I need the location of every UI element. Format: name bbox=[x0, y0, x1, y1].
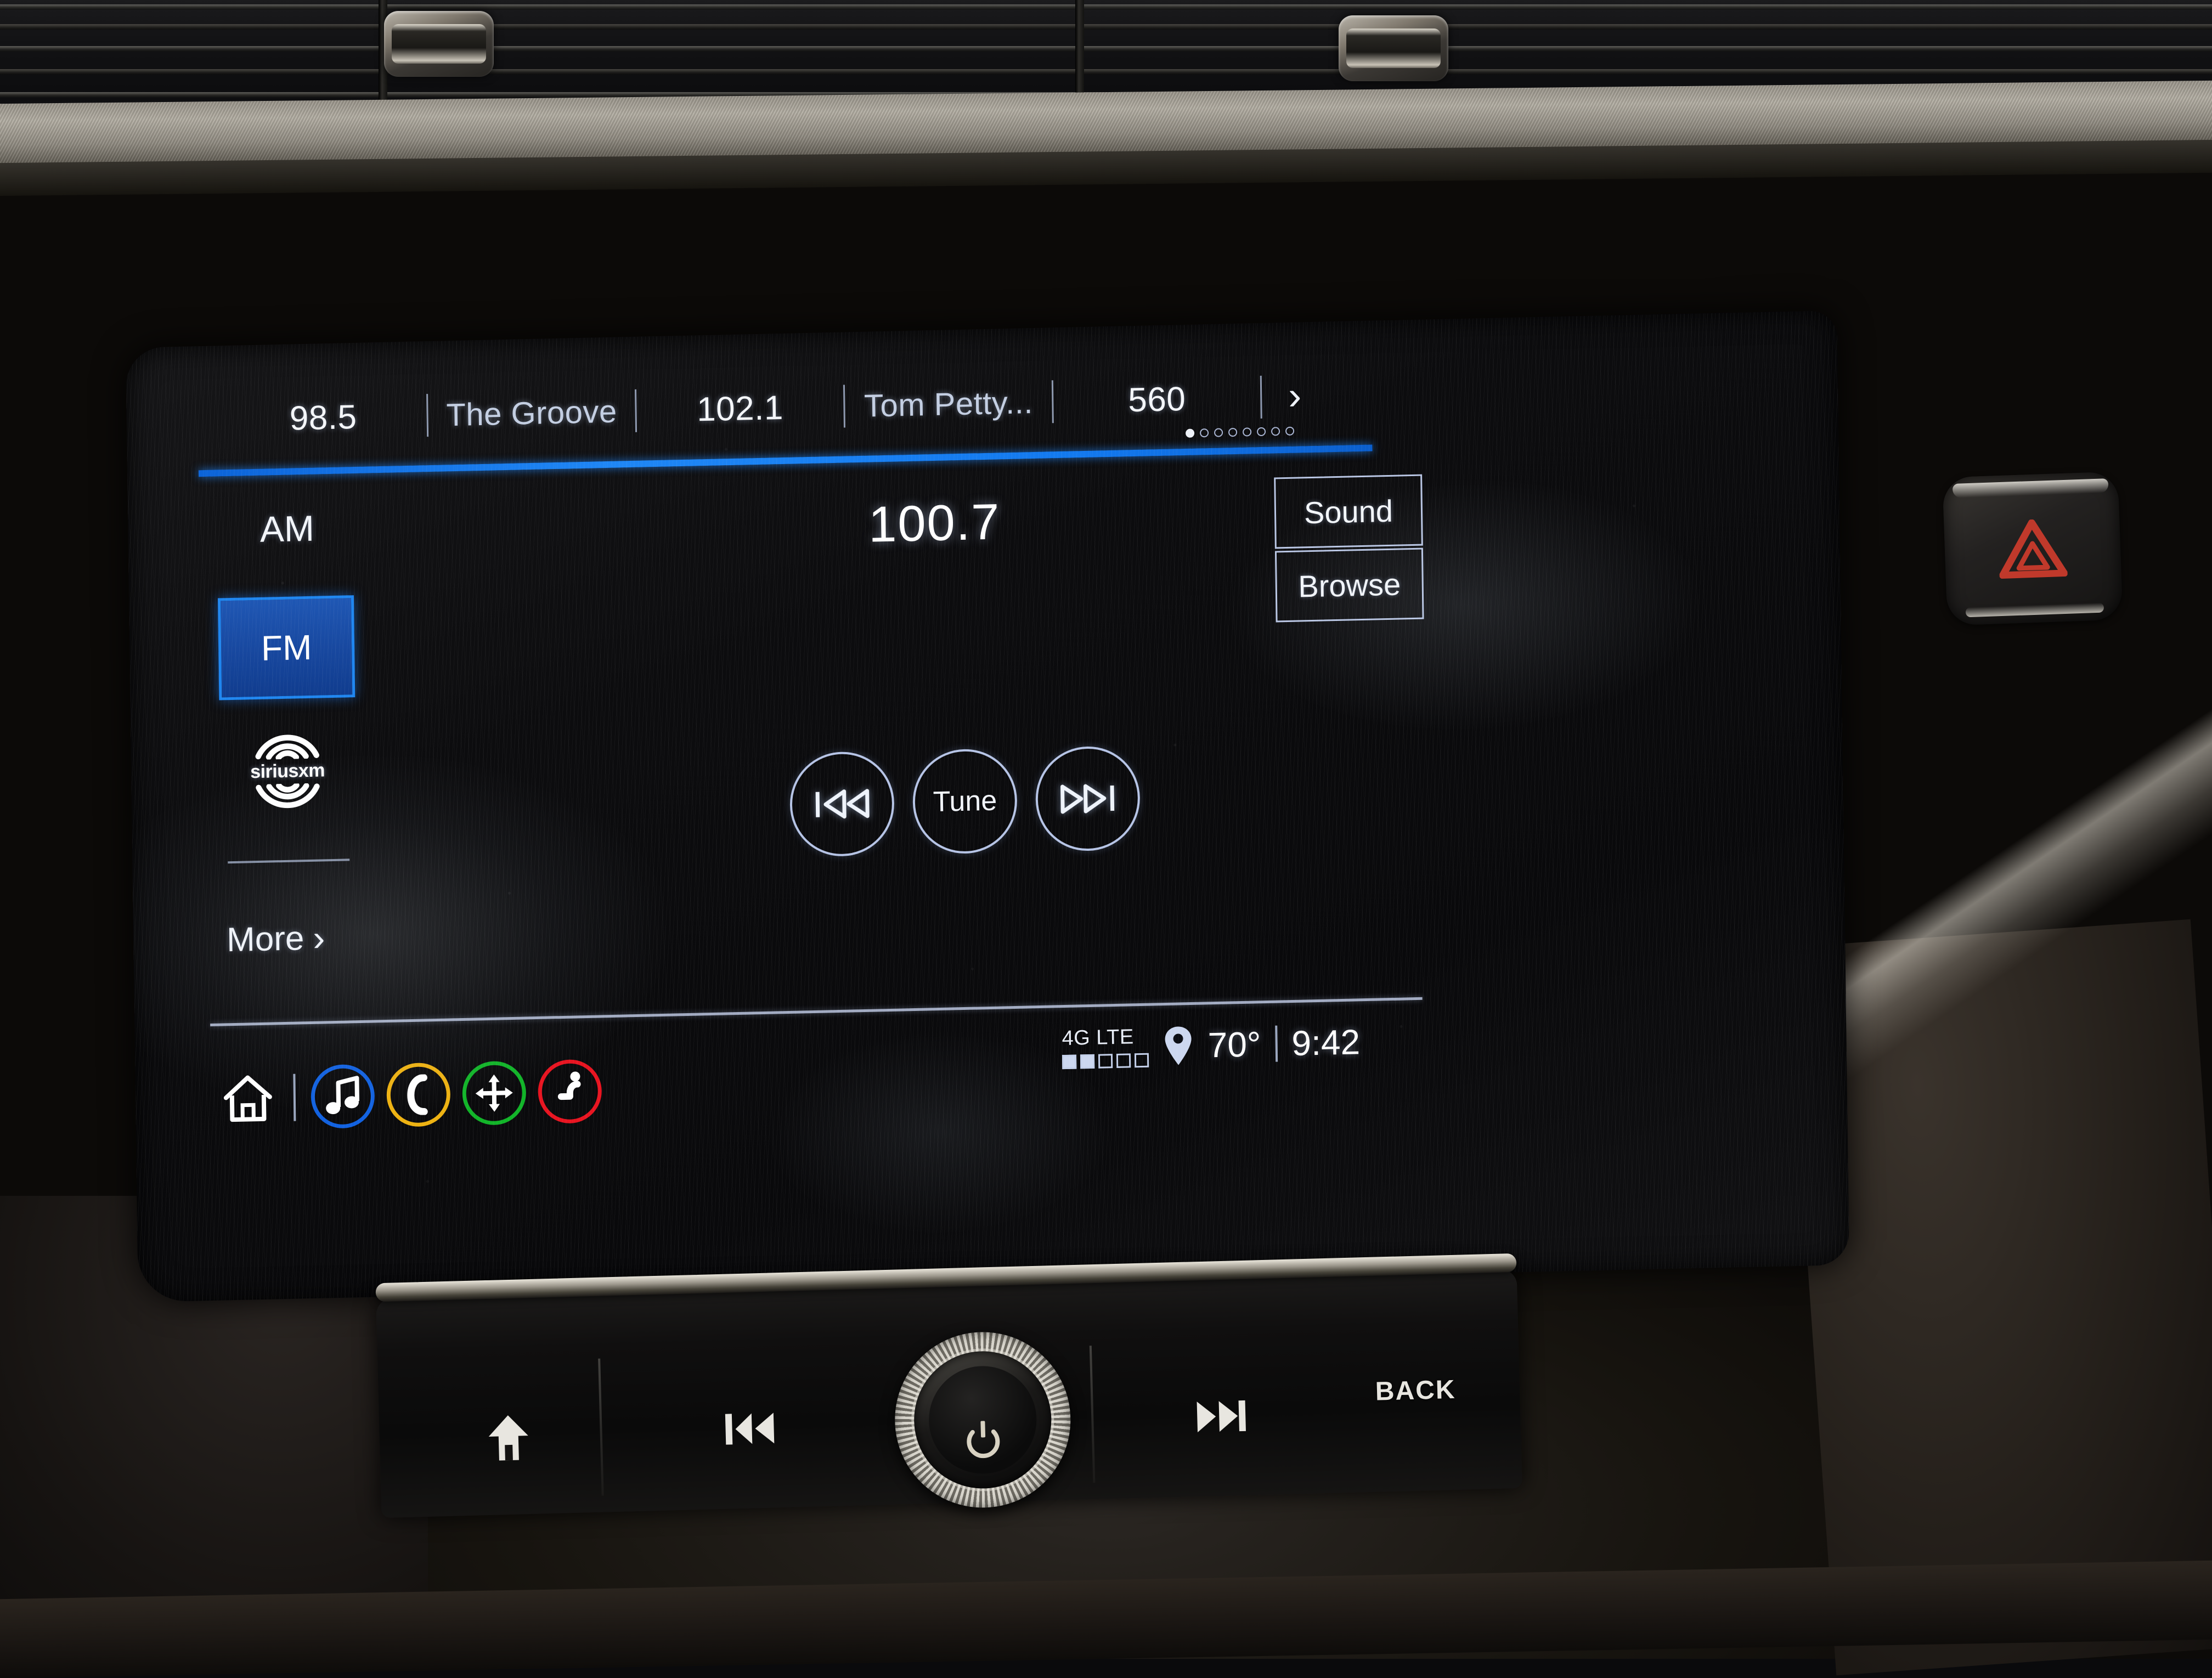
current-frequency: 100.7 bbox=[693, 489, 1176, 557]
browse-button[interactable]: Browse bbox=[1275, 548, 1424, 623]
page-dot bbox=[1200, 428, 1209, 437]
nav-navigation-button[interactable] bbox=[462, 1060, 526, 1126]
tune-button[interactable]: Tune bbox=[912, 748, 1018, 855]
nav-comfort-button[interactable] bbox=[538, 1059, 602, 1124]
browse-label: Browse bbox=[1298, 566, 1401, 604]
location-pin-icon bbox=[1163, 1024, 1194, 1066]
vent-slat bbox=[0, 46, 2212, 52]
status-divider bbox=[210, 997, 1423, 1026]
skip-next-icon bbox=[1194, 1394, 1248, 1439]
panel-divider bbox=[1090, 1346, 1096, 1483]
knob-inner-ring bbox=[912, 1349, 1053, 1490]
transport-controls: Tune bbox=[789, 745, 1141, 857]
vent-slat bbox=[0, 24, 2212, 30]
panel-home-button[interactable] bbox=[445, 1411, 572, 1465]
dashboard-background: 98.5 The Groove 102.1 Tom Petty... 560 › bbox=[0, 0, 2212, 1659]
signal-bar bbox=[1080, 1054, 1094, 1069]
navigation-arrows-icon bbox=[474, 1073, 514, 1114]
siriusxm-wordmark: siriusxm bbox=[250, 760, 325, 783]
hazard-triangle-icon bbox=[1997, 518, 2068, 579]
sound-label: Sound bbox=[1304, 493, 1393, 530]
band-button-am[interactable]: AM bbox=[221, 506, 353, 551]
nav-divider bbox=[293, 1074, 296, 1121]
preset-item-2[interactable]: The Groove bbox=[428, 392, 635, 433]
nav-phone-button[interactable] bbox=[386, 1062, 450, 1127]
accent-underline bbox=[199, 445, 1373, 477]
preset-bar: 98.5 The Groove 102.1 Tom Petty... 560 › bbox=[219, 365, 1328, 450]
network-label: 4G LTE bbox=[1062, 1025, 1134, 1050]
seat-icon bbox=[553, 1071, 586, 1112]
preset-item-4[interactable]: Tom Petty... bbox=[845, 383, 1052, 425]
infotainment-screen[interactable]: 98.5 The Groove 102.1 Tom Petty... 560 › bbox=[126, 310, 1849, 1302]
panel-next-button[interactable] bbox=[1158, 1393, 1285, 1440]
band-button-fm[interactable]: FM bbox=[218, 595, 355, 700]
vent-adjuster-left[interactable] bbox=[384, 11, 494, 77]
chevron-right-icon: › bbox=[313, 917, 325, 958]
page-dot bbox=[1243, 427, 1251, 436]
skip-previous-icon bbox=[723, 1406, 777, 1451]
sound-button[interactable]: Sound bbox=[1274, 474, 1423, 549]
skip-previous-icon bbox=[812, 786, 872, 823]
vent-slat bbox=[0, 69, 2212, 75]
page-dot bbox=[1214, 428, 1223, 437]
band-list-divider bbox=[228, 858, 349, 863]
home-icon bbox=[486, 1413, 531, 1464]
preset-next-page-icon[interactable]: › bbox=[1262, 380, 1328, 413]
page-dot bbox=[1228, 428, 1237, 437]
preset-item-5[interactable]: 560 bbox=[1053, 377, 1261, 421]
nav-home-button[interactable] bbox=[217, 1067, 278, 1129]
home-icon bbox=[221, 1072, 274, 1124]
page-dot bbox=[1257, 427, 1266, 436]
vent-slat bbox=[0, 4, 2212, 10]
signal-bar bbox=[1135, 1053, 1149, 1068]
status-bar: 4G LTE 70° 9: bbox=[1062, 1020, 1360, 1069]
page-dot bbox=[1285, 427, 1294, 436]
vent-adjuster-right[interactable] bbox=[1339, 15, 1448, 81]
siriusxm-arcs-top-icon bbox=[246, 727, 329, 760]
status-separator bbox=[1275, 1025, 1278, 1061]
radio-screen-ui: 98.5 The Groove 102.1 Tom Petty... 560 › bbox=[198, 346, 1723, 1257]
music-note-icon bbox=[325, 1076, 360, 1117]
skip-next-icon bbox=[1058, 780, 1118, 817]
next-station-button[interactable] bbox=[1035, 745, 1141, 852]
signal-bar bbox=[1116, 1053, 1131, 1068]
outside-temperature: 70° bbox=[1207, 1024, 1261, 1065]
hazard-lights-button[interactable] bbox=[1942, 471, 2123, 625]
power-icon bbox=[964, 1420, 1002, 1459]
signal-bar bbox=[1062, 1055, 1076, 1070]
panel-divider bbox=[598, 1359, 604, 1496]
preset-page-indicator bbox=[1186, 427, 1294, 438]
band-fm-label: FM bbox=[261, 627, 312, 669]
page-dot bbox=[1271, 427, 1280, 436]
power-volume-knob[interactable] bbox=[893, 1330, 1073, 1510]
knob-face bbox=[928, 1365, 1038, 1475]
tune-label: Tune bbox=[933, 784, 997, 819]
more-label: More bbox=[227, 919, 304, 959]
signal-strength-bars bbox=[1062, 1053, 1149, 1069]
clock-display: 9:42 bbox=[1291, 1021, 1361, 1064]
phone-handset-icon bbox=[402, 1074, 435, 1115]
panel-back-button[interactable]: BACK bbox=[1333, 1374, 1498, 1408]
nav-audio-button[interactable] bbox=[311, 1064, 375, 1129]
preset-item-3[interactable]: 102.1 bbox=[636, 387, 844, 430]
network-status: 4G LTE bbox=[1062, 1025, 1149, 1069]
preset-item-1[interactable]: 98.5 bbox=[219, 396, 427, 439]
more-button[interactable]: More › bbox=[227, 917, 325, 961]
page-dot bbox=[1186, 429, 1194, 438]
siriusxm-arcs-bottom-icon bbox=[246, 783, 329, 815]
band-button-siriusxm[interactable]: siriusxm bbox=[224, 727, 351, 816]
physical-control-panel: BACK bbox=[376, 1269, 1522, 1518]
bottom-navigation-bar bbox=[217, 1059, 602, 1131]
panel-previous-button[interactable] bbox=[686, 1405, 814, 1453]
previous-station-button[interactable] bbox=[789, 751, 895, 857]
signal-bar bbox=[1098, 1054, 1113, 1069]
back-label: BACK bbox=[1375, 1375, 1456, 1407]
